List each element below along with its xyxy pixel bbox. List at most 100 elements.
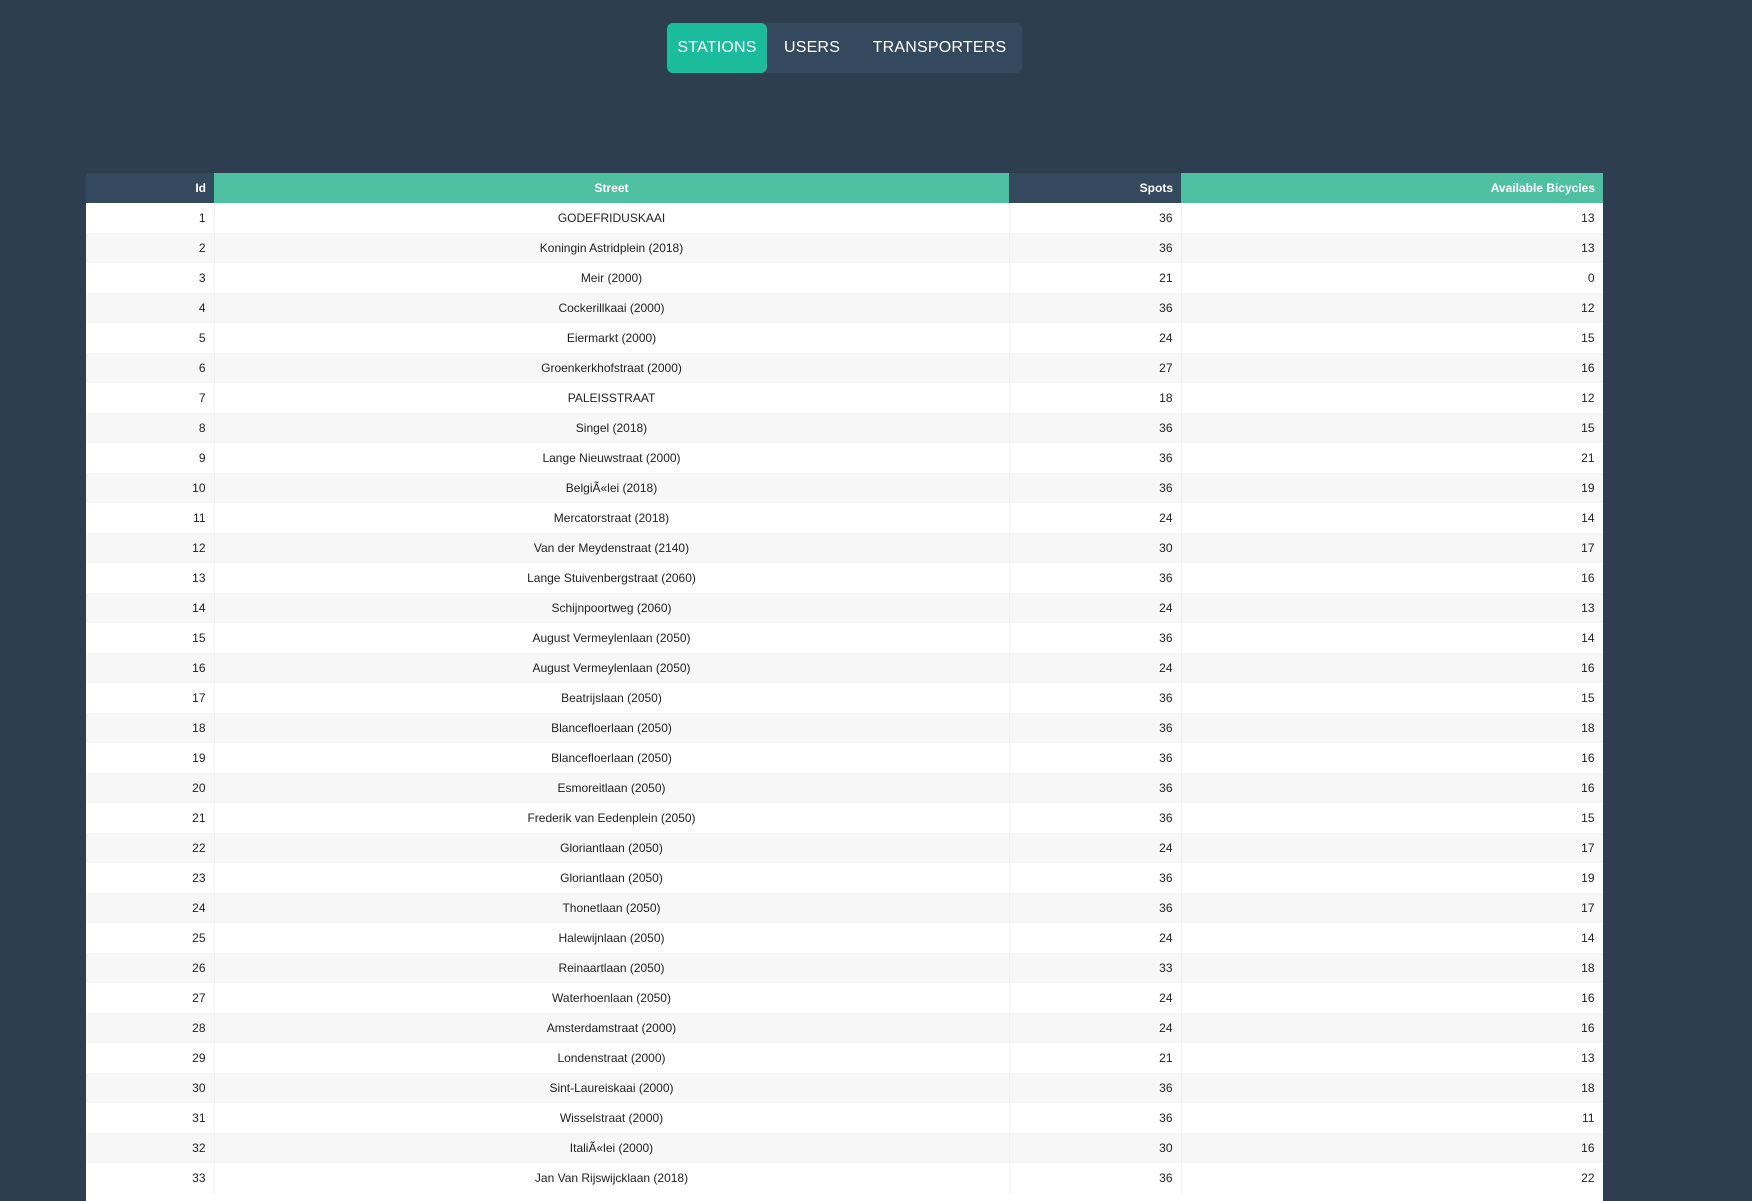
cell-spots: 36 bbox=[1009, 713, 1182, 743]
table-row[interactable]: 1 GODEFRIDUSKAAI 36 13 bbox=[86, 203, 1603, 233]
table-row[interactable]: 27 Waterhoenlaan (2050) 24 16 bbox=[86, 983, 1603, 1013]
cell-id: 16 bbox=[86, 653, 215, 683]
table-row[interactable]: 9 Lange Nieuwstraat (2000) 36 21 bbox=[86, 443, 1603, 473]
table-row[interactable]: 6 Groenkerkhofstraat (2000) 27 16 bbox=[86, 353, 1603, 383]
cell-street: BelgiÃ«lei (2018) bbox=[214, 473, 1010, 503]
cell-id: 23 bbox=[86, 863, 215, 893]
table-row[interactable]: 2 Koningin Astridplein (2018) 36 13 bbox=[86, 233, 1603, 263]
table-row[interactable]: 7 PALEISSTRAAT 18 12 bbox=[86, 383, 1603, 413]
cell-available-bicycles: 15 bbox=[1181, 803, 1603, 833]
tab-transporters[interactable]: TRANSPORTERS bbox=[857, 23, 1022, 73]
tab-stations[interactable]: STATIONS bbox=[667, 23, 767, 73]
cell-id: 20 bbox=[86, 773, 215, 803]
cell-id: 18 bbox=[86, 713, 215, 743]
table-row[interactable]: 20 Esmoreitlaan (2050) 36 16 bbox=[86, 773, 1603, 803]
cell-id: 33 bbox=[86, 1163, 215, 1193]
cell-spots: 24 bbox=[1009, 593, 1182, 623]
table-row[interactable]: 5 Eiermarkt (2000) 24 15 bbox=[86, 323, 1603, 353]
table-row[interactable]: 22 Gloriantlaan (2050) 24 17 bbox=[86, 833, 1603, 863]
column-header-spots[interactable]: Spots bbox=[1009, 173, 1181, 203]
column-header-street[interactable]: Street bbox=[214, 173, 1009, 203]
cell-available-bicycles: 21 bbox=[1181, 443, 1603, 473]
cell-id: 32 bbox=[86, 1133, 215, 1163]
table-row[interactable]: 28 Amsterdamstraat (2000) 24 16 bbox=[86, 1013, 1603, 1043]
cell-street: Thonetlaan (2050) bbox=[214, 893, 1010, 923]
cell-spots: 36 bbox=[1009, 893, 1182, 923]
table-row[interactable]: 12 Van der Meydenstraat (2140) 30 17 bbox=[86, 533, 1603, 563]
cell-available-bicycles: 13 bbox=[1181, 593, 1603, 623]
cell-id: 2 bbox=[86, 233, 215, 263]
cell-id: 15 bbox=[86, 623, 215, 653]
table-row[interactable]: 32 ItaliÃ«lei (2000) 30 16 bbox=[86, 1133, 1603, 1163]
cell-id: 7 bbox=[86, 383, 215, 413]
cell-available-bicycles: 14 bbox=[1181, 623, 1603, 653]
table-row[interactable]: 25 Halewijnlaan (2050) 24 14 bbox=[86, 923, 1603, 953]
table-row[interactable]: 30 Sint-Laureiskaai (2000) 36 18 bbox=[86, 1073, 1603, 1103]
table-row[interactable]: 4 Cockerillkaai (2000) 36 12 bbox=[86, 293, 1603, 323]
cell-street: Groenkerkhofstraat (2000) bbox=[214, 353, 1010, 383]
table-row[interactable]: 26 Reinaartlaan (2050) 33 18 bbox=[86, 953, 1603, 983]
cell-spots: 36 bbox=[1009, 803, 1182, 833]
cell-id: 28 bbox=[86, 1013, 215, 1043]
cell-available-bicycles: 16 bbox=[1181, 563, 1603, 593]
cell-street: Waterhoenlaan (2050) bbox=[214, 983, 1010, 1013]
cell-street: Sint-Laureiskaai (2000) bbox=[214, 1073, 1010, 1103]
table-row[interactable]: 18 Blancefloerlaan (2050) 36 18 bbox=[86, 713, 1603, 743]
cell-id: 17 bbox=[86, 683, 215, 713]
cell-available-bicycles: 13 bbox=[1181, 1043, 1603, 1073]
tab-users[interactable]: USERS bbox=[767, 23, 857, 73]
cell-street: PALEISSTRAAT bbox=[214, 383, 1010, 413]
cell-id: 30 bbox=[86, 1073, 215, 1103]
cell-available-bicycles: 15 bbox=[1181, 683, 1603, 713]
cell-available-bicycles: 16 bbox=[1181, 983, 1603, 1013]
cell-available-bicycles: 17 bbox=[1181, 533, 1603, 563]
cell-spots: 36 bbox=[1009, 1103, 1182, 1133]
table-row[interactable]: 14 Schijnpoortweg (2060) 24 13 bbox=[86, 593, 1603, 623]
table-row[interactable]: 10 BelgiÃ«lei (2018) 36 19 bbox=[86, 473, 1603, 503]
cell-available-bicycles: 12 bbox=[1181, 293, 1603, 323]
cell-street: Amsterdamstraat (2000) bbox=[214, 1013, 1010, 1043]
cell-available-bicycles: 19 bbox=[1181, 473, 1603, 503]
cell-spots: 36 bbox=[1009, 293, 1182, 323]
table-row[interactable]: 3 Meir (2000) 21 0 bbox=[86, 263, 1603, 293]
cell-available-bicycles: 16 bbox=[1181, 1013, 1603, 1043]
table-row[interactable]: 11 Mercatorstraat (2018) 24 14 bbox=[86, 503, 1603, 533]
table-row[interactable]: 29 Londenstraat (2000) 21 13 bbox=[86, 1043, 1603, 1073]
cell-available-bicycles: 16 bbox=[1181, 1133, 1603, 1163]
cell-available-bicycles: 15 bbox=[1181, 323, 1603, 353]
cell-street: Gloriantlaan (2050) bbox=[214, 863, 1010, 893]
table-row[interactable]: 19 Blancefloerlaan (2050) 36 16 bbox=[86, 743, 1603, 773]
table-row[interactable]: 33 Jan Van Rijswijcklaan (2018) 36 22 bbox=[86, 1163, 1603, 1193]
cell-street: Meir (2000) bbox=[214, 263, 1010, 293]
table-row[interactable]: 15 August Vermeylenlaan (2050) 36 14 bbox=[86, 623, 1603, 653]
cell-street: Mercatorstraat (2018) bbox=[214, 503, 1010, 533]
cell-available-bicycles: 19 bbox=[1181, 863, 1603, 893]
cell-street: Frederik van Eedenplein (2050) bbox=[214, 803, 1010, 833]
table-row[interactable]: 16 August Vermeylenlaan (2050) 24 16 bbox=[86, 653, 1603, 683]
cell-spots: 36 bbox=[1009, 683, 1182, 713]
cell-spots: 21 bbox=[1009, 1043, 1182, 1073]
cell-spots: 36 bbox=[1009, 863, 1182, 893]
cell-id: 14 bbox=[86, 593, 215, 623]
table-row[interactable]: 23 Gloriantlaan (2050) 36 19 bbox=[86, 863, 1603, 893]
table-row[interactable]: 31 Wisselstraat (2000) 36 11 bbox=[86, 1103, 1603, 1133]
cell-spots: 33 bbox=[1009, 953, 1182, 983]
cell-spots: 36 bbox=[1009, 473, 1182, 503]
column-header-available-bicycles[interactable]: Available Bicycles bbox=[1181, 173, 1603, 203]
table-row[interactable]: 17 Beatrijslaan (2050) 36 15 bbox=[86, 683, 1603, 713]
cell-street: Beatrijslaan (2050) bbox=[214, 683, 1010, 713]
table-row[interactable]: 24 Thonetlaan (2050) 36 17 bbox=[86, 893, 1603, 923]
cell-spots: 24 bbox=[1009, 983, 1182, 1013]
stations-table-container[interactable]: Id Street Spots Available Bicycles 1 GODE… bbox=[86, 173, 1603, 1201]
cell-available-bicycles: 17 bbox=[1181, 893, 1603, 923]
cell-spots: 18 bbox=[1009, 383, 1182, 413]
cell-spots: 30 bbox=[1009, 1133, 1182, 1163]
cell-spots: 36 bbox=[1009, 773, 1182, 803]
cell-spots: 36 bbox=[1009, 1163, 1182, 1193]
cell-available-bicycles: 17 bbox=[1181, 833, 1603, 863]
cell-spots: 36 bbox=[1009, 443, 1182, 473]
table-row[interactable]: 21 Frederik van Eedenplein (2050) 36 15 bbox=[86, 803, 1603, 833]
table-row[interactable]: 8 Singel (2018) 36 15 bbox=[86, 413, 1603, 443]
table-row[interactable]: 13 Lange Stuivenbergstraat (2060) 36 16 bbox=[86, 563, 1603, 593]
column-header-id[interactable]: Id bbox=[86, 173, 214, 203]
